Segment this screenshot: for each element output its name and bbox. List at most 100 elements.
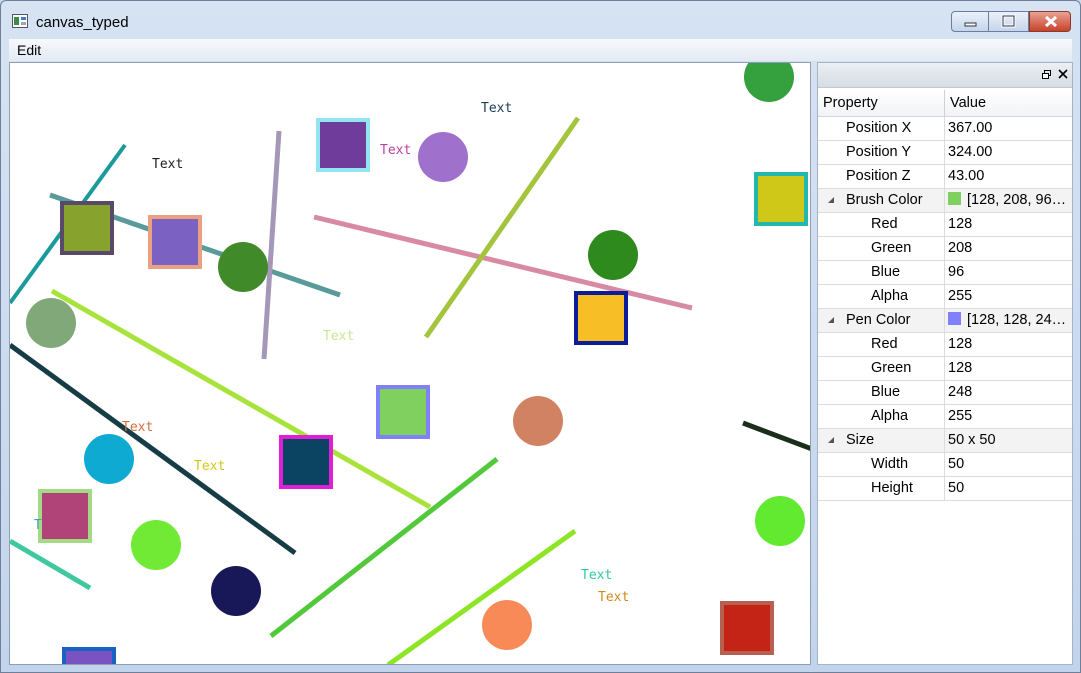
canvas-line[interactable] xyxy=(386,528,577,665)
minimize-button[interactable] xyxy=(951,11,989,32)
property-value[interactable]: 128 xyxy=(948,360,1070,376)
canvas-circle[interactable] xyxy=(513,396,563,446)
maximize-button[interactable] xyxy=(989,11,1029,32)
canvas-text-label[interactable]: Text xyxy=(481,101,512,116)
header-value[interactable]: Value xyxy=(950,95,986,111)
property-row[interactable]: Alpha 255 xyxy=(818,405,1072,429)
property-value[interactable]: 50 xyxy=(948,480,1070,496)
canvas-text-label[interactable]: T xyxy=(34,518,42,533)
canvas-circle[interactable] xyxy=(588,230,638,280)
drawing-canvas[interactable]: Text Text Text Text Text Text Text Text T xyxy=(9,62,811,665)
property-row[interactable]: Position Z 43.00 xyxy=(818,165,1072,189)
canvas-square[interactable] xyxy=(376,385,430,439)
color-swatch-icon xyxy=(948,312,961,325)
property-value[interactable]: 43.00 xyxy=(948,168,1070,184)
canvas-circle[interactable] xyxy=(418,132,468,182)
property-name: Blue xyxy=(871,384,901,400)
property-row[interactable]: Position X 367.00 xyxy=(818,117,1072,141)
property-row[interactable]: Blue 96 xyxy=(818,261,1072,285)
canvas-text-label[interactable]: Text xyxy=(323,329,354,344)
window-title: canvas_typed xyxy=(36,14,129,31)
canvas-text-label[interactable]: Text xyxy=(380,143,411,158)
property-name: Green xyxy=(871,360,912,376)
expand-arrow-icon[interactable] xyxy=(828,197,834,203)
canvas-square[interactable] xyxy=(38,489,92,543)
property-panel: Property Value Position X 367.00 Position … xyxy=(817,62,1073,665)
canvas-line[interactable] xyxy=(10,538,92,591)
property-value[interactable]: 96 xyxy=(948,264,1070,280)
canvas-circle[interactable] xyxy=(755,496,805,546)
canvas-circle[interactable] xyxy=(744,63,794,102)
canvas-square[interactable] xyxy=(316,118,370,172)
property-value[interactable]: 248 xyxy=(948,384,1070,400)
canvas-text-label[interactable]: Text xyxy=(122,420,153,435)
canvas-square[interactable] xyxy=(148,215,202,269)
property-value[interactable]: 324.00 xyxy=(948,144,1070,160)
canvas-square[interactable] xyxy=(574,291,628,345)
canvas-square[interactable] xyxy=(60,201,114,255)
minimize-icon xyxy=(964,22,977,27)
canvas-circle[interactable] xyxy=(84,434,134,484)
property-value[interactable]: 255 xyxy=(948,288,1070,304)
property-name: Red xyxy=(871,336,898,352)
canvas-square[interactable] xyxy=(62,647,116,665)
property-row[interactable]: Alpha 255 xyxy=(818,285,1072,309)
property-name: Pen Color xyxy=(846,312,911,328)
property-row[interactable]: Height 50 xyxy=(818,477,1072,501)
property-value[interactable]: [128, 208, 96, 255] xyxy=(948,192,1070,208)
title-bar[interactable]: canvas_typed xyxy=(1,1,1080,37)
menu-edit[interactable]: Edit xyxy=(17,42,41,58)
property-row[interactable]: Position Y 324.00 xyxy=(818,141,1072,165)
header-property[interactable]: Property xyxy=(823,95,878,111)
property-row[interactable]: Green 208 xyxy=(818,237,1072,261)
property-value[interactable]: 50 xyxy=(948,456,1070,472)
property-value[interactable]: 255 xyxy=(948,408,1070,424)
property-name: Alpha xyxy=(871,408,909,424)
canvas-line[interactable] xyxy=(742,420,811,451)
canvas-circle[interactable] xyxy=(211,566,261,616)
canvas-svg[interactable]: Text Text Text Text Text Text Text Text T xyxy=(10,63,811,665)
property-name: Size xyxy=(846,432,875,448)
canvas-text-label[interactable]: Text xyxy=(194,459,225,474)
canvas-text-label[interactable]: Text xyxy=(152,157,183,172)
close-button[interactable] xyxy=(1029,11,1071,32)
expand-arrow-icon[interactable] xyxy=(828,437,834,443)
canvas-square[interactable] xyxy=(720,601,774,655)
property-row[interactable]: Blue 248 xyxy=(818,381,1072,405)
dock-title-bar[interactable] xyxy=(818,63,1072,88)
canvas-text-label[interactable]: Text xyxy=(581,568,612,583)
property-value[interactable]: 50 x 50 xyxy=(948,432,1070,448)
canvas-line[interactable] xyxy=(261,130,282,360)
canvas-circle[interactable] xyxy=(26,298,76,348)
canvas-square[interactable] xyxy=(279,435,333,489)
float-icon[interactable] xyxy=(1042,70,1051,79)
canvas-text-label[interactable]: Text xyxy=(598,590,629,605)
property-name: Red xyxy=(871,216,898,232)
property-group-row[interactable]: Brush Color [128, 208, 96, 255] xyxy=(818,189,1072,213)
property-value[interactable]: [128, 128, 248, 255] xyxy=(948,312,1070,328)
property-name: Brush Color xyxy=(846,192,923,208)
property-row[interactable]: Red 128 xyxy=(818,213,1072,237)
property-row[interactable]: Green 128 xyxy=(818,357,1072,381)
property-value[interactable]: 128 xyxy=(948,216,1070,232)
canvas-square[interactable] xyxy=(754,172,808,226)
expand-arrow-icon[interactable] xyxy=(828,317,834,323)
property-name: Position Z xyxy=(846,168,911,184)
property-row[interactable]: Red 128 xyxy=(818,333,1072,357)
canvas-circle[interactable] xyxy=(482,600,532,650)
maximize-icon xyxy=(1001,14,1016,28)
property-name: Position X xyxy=(846,120,912,136)
property-name: Alpha xyxy=(871,288,909,304)
canvas-circle[interactable] xyxy=(218,242,268,292)
property-row[interactable]: Width 50 xyxy=(818,453,1072,477)
property-group-row[interactable]: Pen Color [128, 128, 248, 255] xyxy=(818,309,1072,333)
property-table-header: Property Value xyxy=(818,90,1072,117)
canvas-circle[interactable] xyxy=(131,520,181,570)
app-window: canvas_typed Edit Text Text Text Text Text Te… xyxy=(0,0,1081,673)
property-value[interactable]: 128 xyxy=(948,336,1070,352)
property-name: Blue xyxy=(871,264,901,280)
property-group-row[interactable]: Size 50 x 50 xyxy=(818,429,1072,453)
dock-close-icon[interactable] xyxy=(1058,69,1068,79)
property-value[interactable]: 208 xyxy=(948,240,1070,256)
property-value[interactable]: 367.00 xyxy=(948,120,1070,136)
